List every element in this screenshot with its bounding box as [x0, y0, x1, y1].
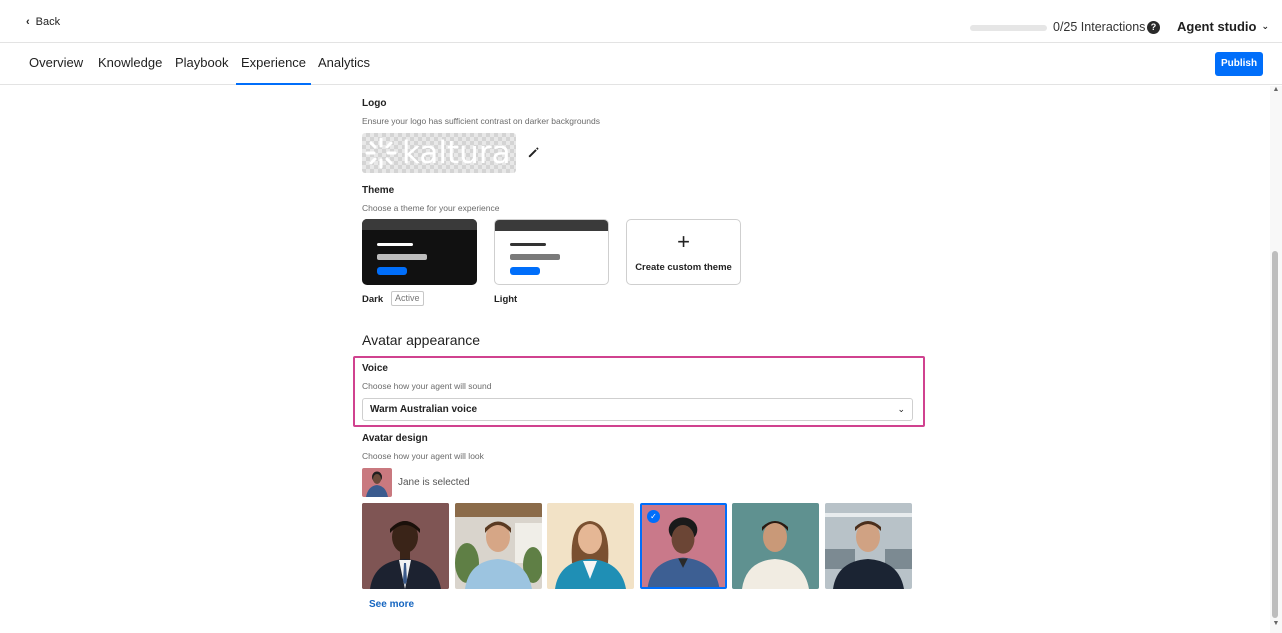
edit-pencil-icon[interactable]: [527, 146, 540, 159]
logo-description: Ensure your logo has sufficient contrast…: [362, 116, 600, 126]
tabs-bar: Overview Knowledge Playbook Experience A…: [0, 43, 1282, 85]
voice-title: Voice: [362, 363, 388, 374]
theme-card-dark[interactable]: [362, 219, 477, 285]
active-badge: Active: [391, 291, 424, 306]
theme-card-light[interactable]: [494, 219, 609, 285]
theme-preview-bar: [377, 254, 427, 260]
theme-preview-button: [510, 267, 540, 275]
brand-mark-icon: [365, 137, 397, 169]
avatar-option[interactable]: [455, 503, 542, 589]
tab-playbook[interactable]: Playbook: [175, 55, 228, 70]
theme-preview-button: [377, 267, 407, 275]
avatar-option[interactable]: [732, 503, 819, 589]
voice-select-value: Warm Australian voice: [370, 404, 478, 415]
avatar-option[interactable]: [362, 503, 449, 589]
avatar-design-description: Choose how your agent will look: [362, 451, 484, 461]
theme-description: Choose a theme for your experience: [362, 203, 500, 213]
chevron-down-icon: ⌄: [1261, 21, 1269, 31]
chevron-left-icon: ‹: [26, 15, 30, 28]
theme-preview-bar: [510, 243, 546, 246]
back-button[interactable]: ‹ Back: [26, 16, 60, 28]
back-label: Back: [35, 16, 61, 28]
voice-description: Choose how your agent will sound: [362, 381, 492, 391]
top-bar: ‹ Back 0/25 Interactions ? Agent studio …: [0, 0, 1282, 43]
interactions-count: 0/25 Interactions: [1053, 20, 1146, 34]
person-avatar-icon: [455, 503, 542, 589]
tab-knowledge[interactable]: Knowledge: [98, 55, 162, 70]
create-custom-theme-button[interactable]: + Create custom theme: [626, 219, 741, 285]
person-avatar-icon: [362, 503, 449, 589]
scroll-up-icon[interactable]: ▲: [1271, 86, 1281, 96]
scroll-down-icon[interactable]: ▼: [1271, 620, 1281, 630]
agent-studio-label: Agent studio: [1177, 19, 1257, 34]
logo-preview: kaltura: [362, 133, 516, 173]
check-icon: ✓: [647, 510, 660, 523]
publish-button[interactable]: Publish: [1215, 52, 1263, 76]
scrollbar-thumb[interactable]: [1272, 251, 1278, 618]
theme-card-header: [495, 220, 608, 231]
theme-title: Theme: [362, 185, 395, 196]
chevron-down-icon: ⌄: [897, 404, 905, 414]
logo-title: Logo: [362, 98, 387, 109]
logo-brand-text: kaltura: [402, 135, 511, 171]
avatar-appearance-heading: Avatar appearance: [362, 332, 481, 348]
tab-overview[interactable]: Overview: [29, 55, 83, 70]
avatar-option-selected[interactable]: ✓: [640, 503, 727, 589]
selected-avatar-text: Jane is selected: [398, 477, 470, 488]
person-avatar-icon: [825, 503, 912, 589]
see-more-link[interactable]: See more: [369, 599, 414, 610]
person-avatar-icon: [547, 503, 634, 589]
help-icon[interactable]: ?: [1147, 21, 1160, 34]
tab-experience[interactable]: Experience: [235, 55, 312, 85]
voice-select[interactable]: Warm Australian voice ⌄: [362, 398, 913, 421]
person-avatar-icon: [366, 471, 388, 497]
theme-preview-bar: [510, 254, 560, 260]
avatar-option[interactable]: [547, 503, 634, 589]
agent-studio-menu[interactable]: Agent studio ⌄: [1177, 19, 1269, 34]
avatar-design-title: Avatar design: [362, 433, 428, 444]
theme-preview-bar: [377, 243, 413, 246]
theme-name-light: Light: [494, 294, 518, 305]
theme-name-dark: Dark: [362, 294, 384, 305]
selected-avatar-thumbnail: [362, 468, 392, 497]
tab-analytics[interactable]: Analytics: [318, 55, 370, 70]
person-avatar-icon: [732, 503, 819, 589]
plus-icon: +: [677, 229, 690, 254]
interactions-progress-bar: [970, 25, 1047, 31]
avatar-option[interactable]: [825, 503, 912, 589]
create-custom-theme-label: Create custom theme: [635, 262, 732, 273]
theme-card-header: [362, 219, 477, 230]
